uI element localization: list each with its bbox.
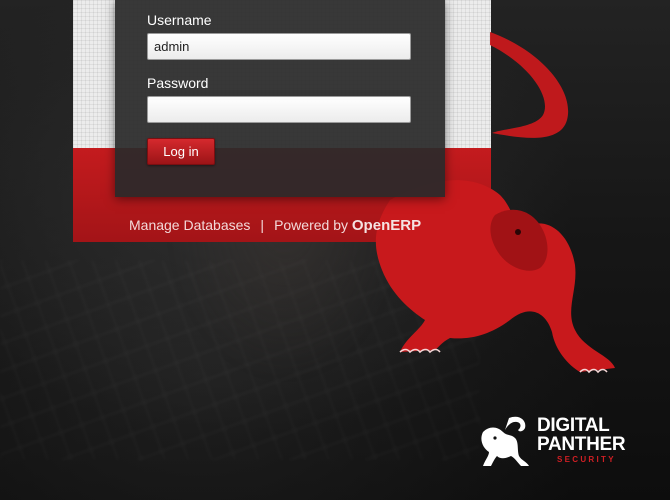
digital-panther-logo: DIGITAL PANTHER SECURITY: [475, 410, 645, 470]
logo-text-digital: DIGITAL: [537, 415, 610, 436]
login-button[interactable]: Log in: [147, 138, 215, 165]
login-form: Username Password Log in: [115, 0, 445, 197]
openerp-brand: OpenERP: [351, 217, 422, 234]
powered-by-openerp-link[interactable]: Powered by OpenERP: [274, 217, 422, 234]
logo-text-panther: PANTHER: [537, 434, 626, 455]
powered-by-text: Powered by: [274, 217, 348, 233]
manage-databases-link[interactable]: Manage Databases: [129, 217, 250, 233]
password-label: Password: [147, 75, 209, 91]
password-input[interactable]: [147, 96, 411, 123]
footer-separator: |: [260, 217, 265, 233]
footer-links: Manage Databases | Powered by OpenERP: [129, 217, 421, 234]
logo-text-security: SECURITY: [557, 455, 616, 464]
username-input[interactable]: [147, 33, 411, 60]
username-label: Username: [147, 12, 212, 28]
panther-logo-icon: [481, 416, 529, 466]
